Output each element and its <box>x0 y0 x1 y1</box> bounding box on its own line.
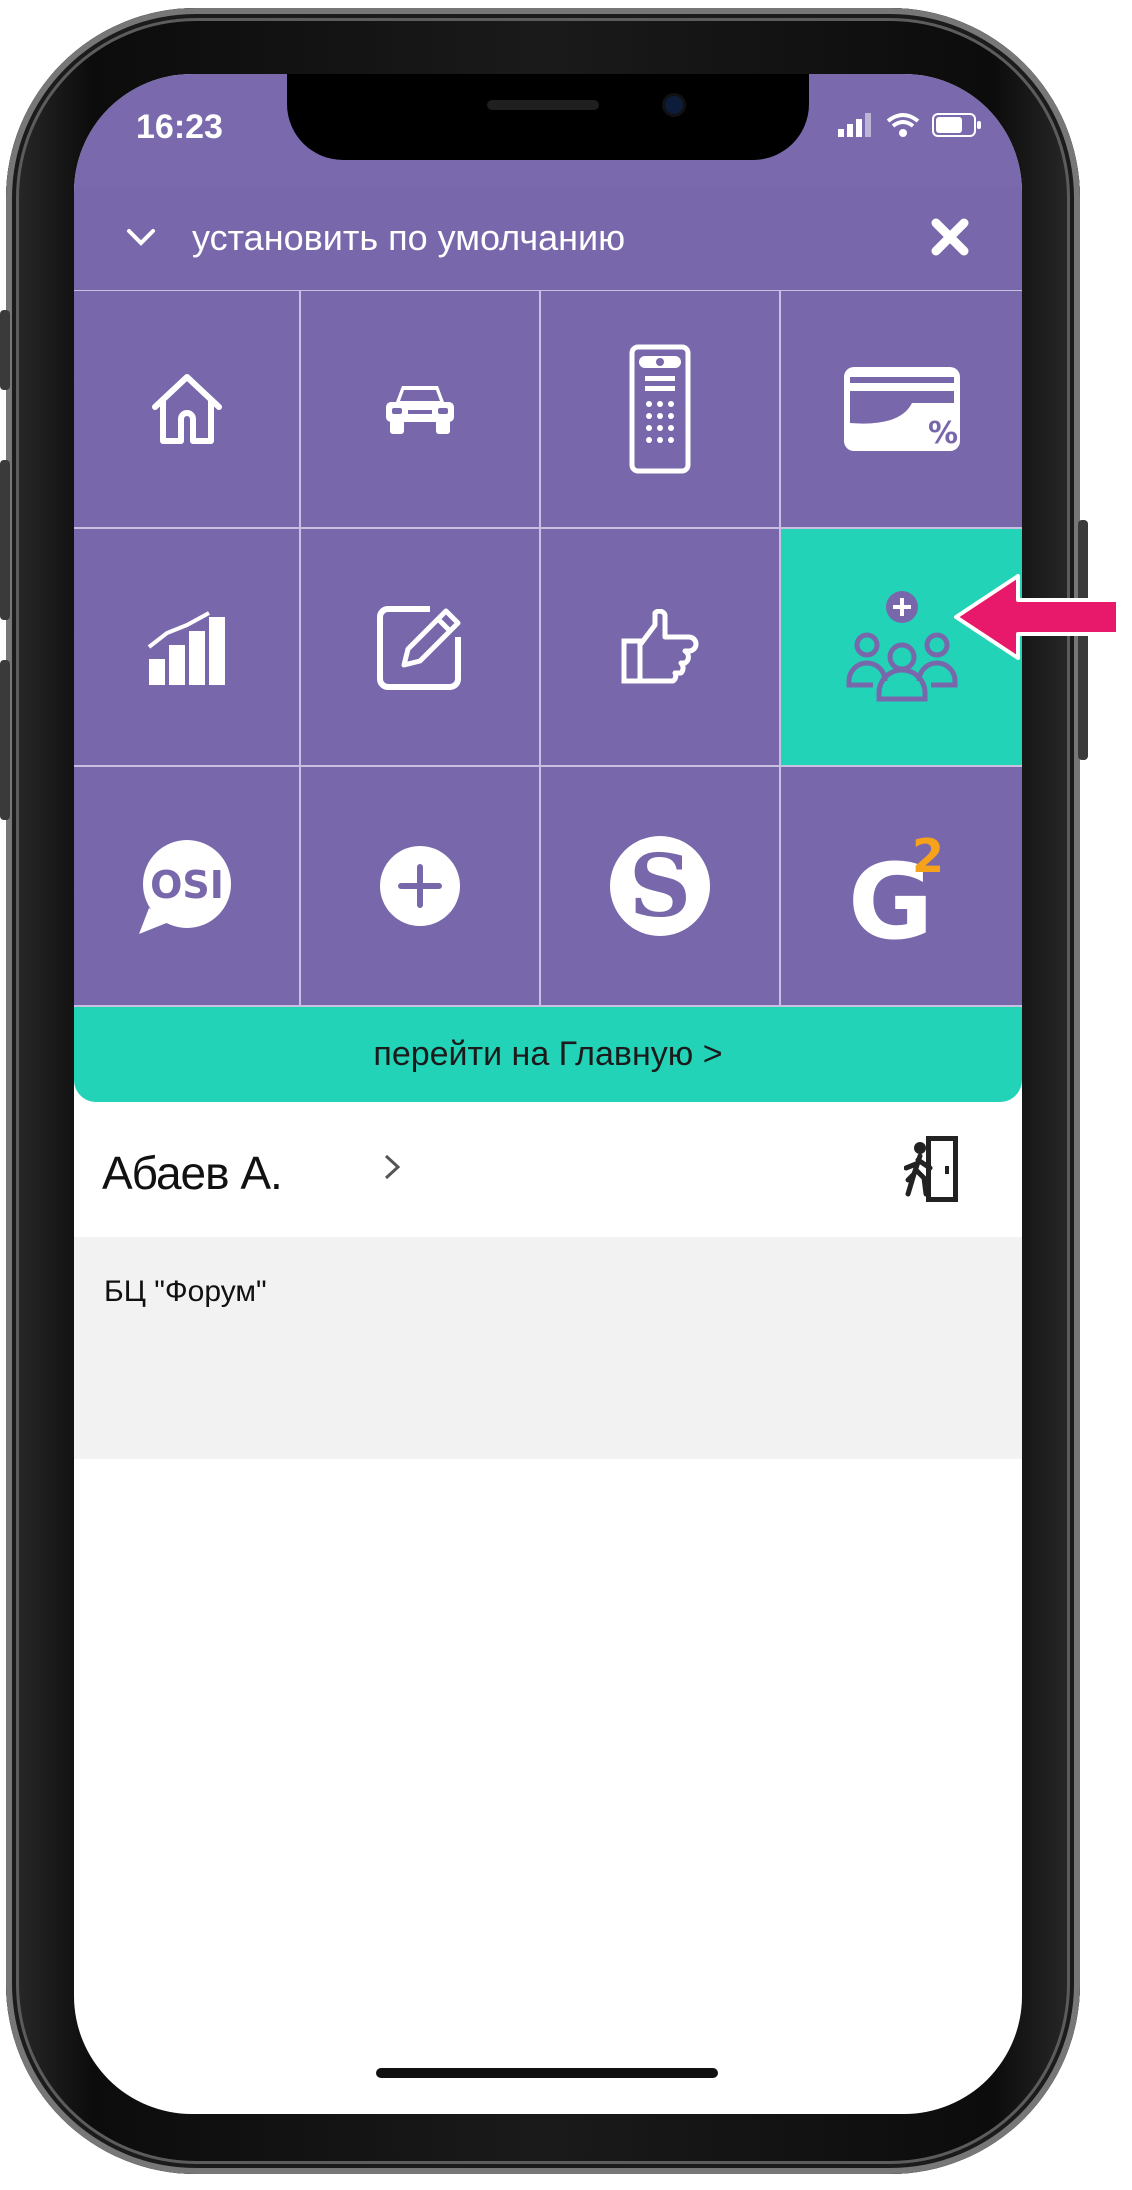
user-name: Абаев А. <box>102 1147 283 1199</box>
home-indicator[interactable] <box>376 2068 718 2078</box>
tile-statistics[interactable] <box>74 529 301 767</box>
organization-section: БЦ "Форум" <box>74 1237 1022 1459</box>
intercom-icon <box>629 344 691 474</box>
car-icon <box>386 386 454 434</box>
status-icons <box>838 112 982 138</box>
user-row[interactable]: Абаев А. <box>74 1102 1022 1237</box>
front-camera <box>665 96 683 114</box>
osi-logo-text: OSI <box>150 863 224 907</box>
tile-notes[interactable] <box>301 529 541 767</box>
tile-intercom[interactable] <box>541 291 781 529</box>
chevron-right-icon[interactable] <box>382 1152 402 1182</box>
home-icon <box>151 374 222 444</box>
wifi-icon <box>886 113 920 137</box>
s-logo-icon: S <box>610 836 710 937</box>
organization-name[interactable]: БЦ "Форум" <box>104 1275 267 1309</box>
phone-screen: 16:23 установить по умолчанию % OSI S G … <box>74 74 1022 2114</box>
add-group-icon <box>846 591 957 702</box>
tile-feedback[interactable] <box>541 529 781 767</box>
chart-icon <box>147 611 225 685</box>
edit-icon <box>377 606 461 690</box>
goto-main-button[interactable]: перейти на Главную > <box>74 1007 1022 1102</box>
volume-down-button <box>0 660 10 820</box>
speaker-grille <box>487 100 599 110</box>
notch <box>287 74 809 160</box>
close-icon[interactable] <box>930 217 970 257</box>
svg-text:%: % <box>928 416 958 451</box>
tile-g2-service[interactable]: G 2 <box>781 767 1022 1007</box>
s-logo-text: S <box>629 836 691 937</box>
set-default-label[interactable]: установить по умолчанию <box>192 217 625 259</box>
plus-circle-icon <box>380 846 460 926</box>
g2-logo-icon: G 2 <box>848 829 944 944</box>
g2-logo-superscript: 2 <box>912 829 944 883</box>
battery-icon <box>932 113 981 137</box>
tile-add-service[interactable] <box>301 767 541 1007</box>
silent-switch <box>0 310 10 390</box>
tile-car[interactable] <box>301 291 541 529</box>
tile-s-service[interactable]: S <box>541 767 781 1007</box>
header-bar: установить по умолчанию <box>74 187 1022 292</box>
tile-discount-card[interactable]: % <box>781 291 1022 529</box>
service-grid: % OSI S G 2 <box>74 291 1022 1007</box>
discount-card-icon: % <box>843 367 960 451</box>
thumbs-up-icon <box>621 609 699 684</box>
signal-icon <box>838 113 871 137</box>
logout-icon[interactable] <box>904 1134 960 1204</box>
status-time: 16:23 <box>136 108 223 146</box>
goto-main-label: перейти на Главную > <box>373 1035 723 1073</box>
tile-osi[interactable]: OSI <box>74 767 301 1007</box>
chevron-down-icon[interactable] <box>124 217 158 257</box>
pointer-arrow-icon <box>954 574 1120 660</box>
tile-home[interactable] <box>74 291 301 529</box>
osi-icon: OSI <box>138 840 231 934</box>
volume-up-button <box>0 460 10 620</box>
